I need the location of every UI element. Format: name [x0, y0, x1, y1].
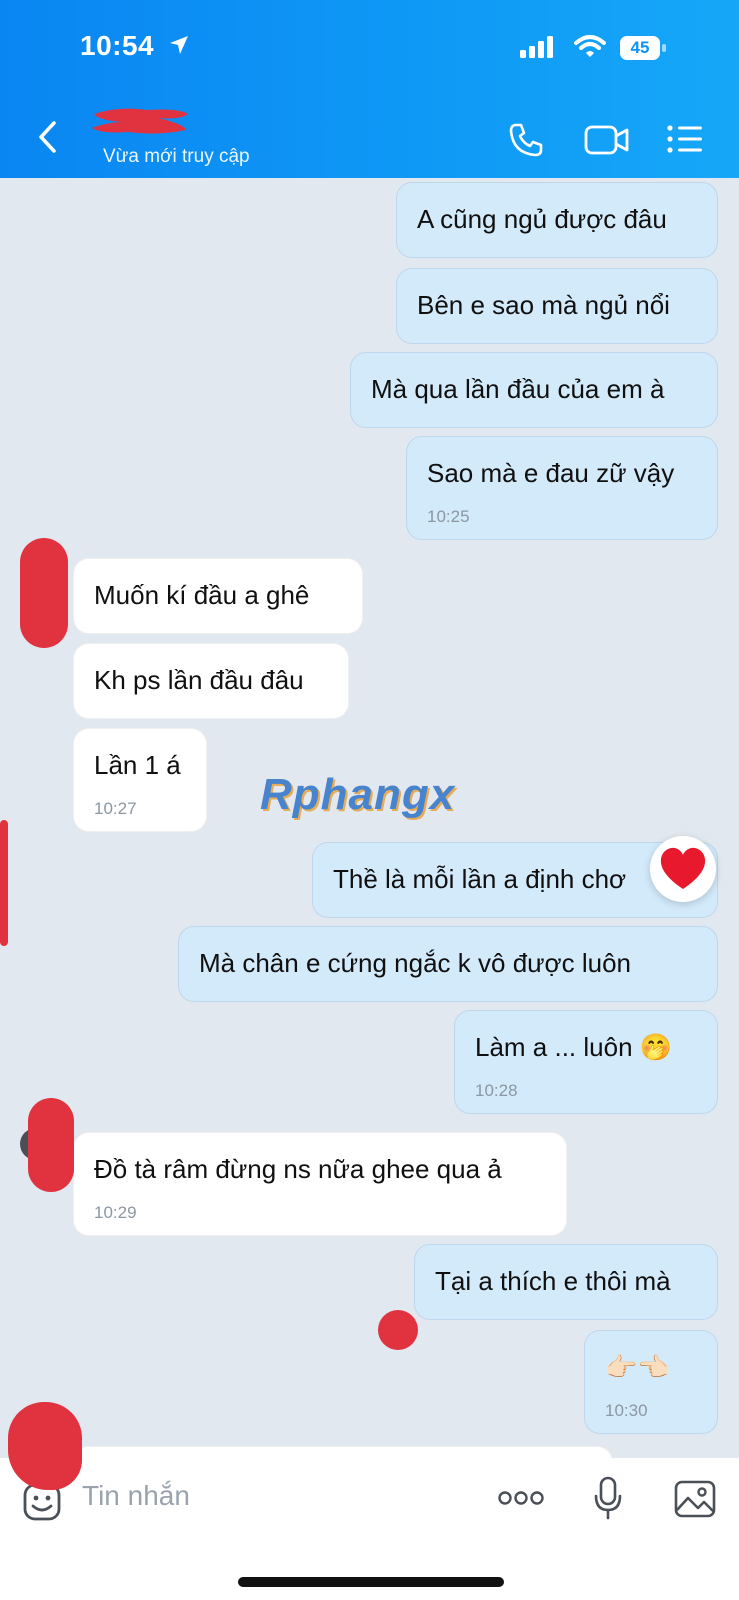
menu-list-icon[interactable] [666, 124, 704, 159]
message-bubble-sent[interactable]: A cũng ngủ được đâu [396, 182, 718, 258]
status-time: 10:54 [80, 30, 155, 61]
more-dots-icon[interactable] [498, 1490, 544, 1511]
avatar-redacted [28, 1098, 74, 1192]
message-bubble-received[interactable]: Lần 1 á 10:27 [73, 728, 207, 832]
message-text: A cũng ngủ được đâu [417, 204, 667, 234]
message-bubble-sent[interactable]: 👉🏻👈🏻 10:30 [584, 1330, 718, 1434]
message-bubble-received[interactable]: Đồ tà râm đừng ns nữa ghee qua ả 10:29 [73, 1132, 567, 1236]
message-time: 10:28 [475, 1081, 518, 1100]
contact-status: Vừa mới truy cập [103, 146, 250, 167]
redaction-mark [0, 820, 8, 946]
back-icon[interactable] [36, 120, 58, 159]
message-time: 10:30 [605, 1401, 648, 1420]
message-bubble-sent[interactable]: Sao mà e đau zữ vậy 10:25 [406, 436, 718, 540]
message-text: Mà chân e cứng ngắc k vô được luôn [199, 948, 631, 978]
message-composer [0, 1458, 739, 1600]
avatar-redacted [8, 1402, 82, 1490]
phone-icon[interactable] [508, 122, 544, 163]
message-bubble-sent[interactable]: Làm a ... luôn 🤭 10:28 [454, 1010, 718, 1114]
message-text: 👉🏻👈🏻 [605, 1352, 670, 1382]
message-text: Mà qua lần đầu của em à [371, 374, 665, 404]
message-bubble-received[interactable]: Muốn kí đầu a ghê [73, 558, 363, 634]
contact-name-redacted[interactable] [88, 104, 192, 138]
message-bubble-sent[interactable]: Mà chân e cứng ngắc k vô được luôn [178, 926, 718, 1002]
message-text: Tại a thích e thôi mà [435, 1266, 671, 1296]
message-text: Lần 1 á [94, 750, 181, 780]
location-arrow-icon [168, 34, 190, 61]
video-call-icon[interactable] [584, 124, 630, 161]
message-text: Đồ tà râm đừng ns nữa ghee qua ả [94, 1154, 502, 1184]
message-text: Kh ps lần đầu đâu [94, 665, 304, 695]
battery-level: 45 [630, 38, 650, 57]
message-text: Thề là mỗi lần a định chơ [333, 864, 627, 894]
message-text: Bên e sao mà ngủ nổi [417, 290, 670, 320]
redaction-mark [378, 1310, 418, 1350]
message-time: 10:27 [94, 799, 137, 818]
message-text: Làm a ... luôn 🤭 [475, 1032, 673, 1062]
signal-icon [520, 36, 554, 63]
heart-reaction-icon[interactable] [650, 836, 716, 902]
message-text: Muốn kí đầu a ghê [94, 580, 310, 610]
avatar-redacted [20, 538, 68, 648]
battery-icon: 45 [620, 36, 666, 60]
message-text: Sao mà e đau zữ vậy [427, 458, 675, 488]
home-indicator [238, 1577, 504, 1587]
image-icon[interactable] [674, 1480, 716, 1523]
message-bubble-sent[interactable]: Mà qua lần đầu của em à [350, 352, 718, 428]
message-time: 10:25 [427, 507, 470, 526]
message-bubble-received[interactable]: Kh ps lần đầu đâu [73, 643, 349, 719]
message-time: 10:29 [94, 1203, 137, 1222]
message-bubble-sent[interactable]: Bên e sao mà ngủ nổi [396, 268, 718, 344]
wifi-icon [574, 34, 606, 63]
watermark-logo: Rphangx [260, 770, 456, 819]
message-bubble-sent[interactable]: Tại a thích e thôi mà [414, 1244, 718, 1320]
microphone-icon[interactable] [594, 1476, 622, 1525]
message-input[interactable] [82, 1474, 462, 1518]
chat-header: 10:54 45 Vừa mới truy cập [0, 0, 739, 178]
